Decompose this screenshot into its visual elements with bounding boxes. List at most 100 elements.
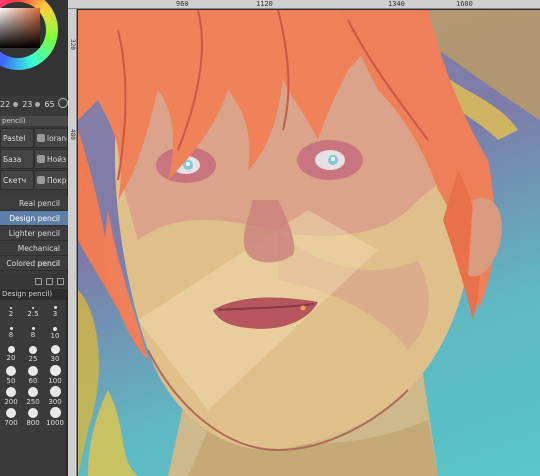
subtool-lorandel-label: lorandel (47, 133, 67, 143)
subtool-pokras-label: Покрас (47, 175, 67, 185)
left-ruler: 320 480 (68, 9, 77, 476)
brush-item-label: Colored pencil (6, 259, 60, 268)
brush-size-label: 60 (28, 376, 38, 385)
color-mode-icon[interactable] (58, 98, 68, 108)
brightness-value[interactable]: 65 (44, 100, 54, 109)
subtool-noise-label: Нойз (47, 154, 67, 164)
brush-size-dot-icon (29, 345, 37, 354)
brush-size-dot-icon (9, 327, 13, 330)
brush-size-label: 2.5 (27, 309, 39, 318)
brush-size-option[interactable]: 20 (1, 344, 21, 364)
brush-size-dot-icon (6, 407, 16, 418)
brush-size-label: 200 (4, 397, 18, 406)
brush-size-dot-icon (10, 306, 12, 309)
brush-item-design-pencil[interactable]: Design pencil (0, 211, 68, 226)
color-wheel-panel (0, 0, 68, 96)
brush-list: Real pencil Design pencil Lighter pencil… (0, 196, 68, 271)
brush-size-label: 100 (48, 377, 62, 385)
brush-size-dot-icon (53, 306, 57, 309)
brush-size-option[interactable]: 300 (45, 386, 65, 406)
brush-size-dot-icon (32, 306, 34, 309)
brush-item-real-pencil[interactable]: Real pencil (0, 196, 68, 211)
brush-size-option[interactable]: 8 (1, 323, 21, 343)
brush-item-label: Lighter pencil (8, 229, 60, 238)
brush-size-label: 50 (6, 376, 16, 385)
hue-value[interactable]: 22 (0, 100, 10, 109)
saturation-value[interactable]: 23 (22, 100, 32, 109)
brush-size-option[interactable]: 2.5 (23, 302, 43, 322)
delete-brush-icon[interactable] (57, 277, 64, 285)
brush-size-dot-icon (28, 386, 38, 397)
subtool-pastel-label: Pastel (3, 133, 26, 143)
brush-size-label: 20 (6, 354, 16, 362)
brush-size-option[interactable]: 2 (1, 302, 21, 322)
drawing-canvas[interactable] (78, 10, 540, 476)
brush-size-header: Design pencil) (0, 289, 68, 300)
brush-size-label: 300 (48, 398, 62, 406)
ruler-tick-label: 1120 (256, 0, 273, 8)
ruler-tick-label: 480 (69, 129, 76, 140)
brush-size-label: 2 (8, 309, 14, 318)
ruler-tick-label: 320 (69, 39, 76, 50)
subtool-tab-label: pencil) (2, 117, 26, 125)
brush-size-dot-icon (49, 407, 61, 418)
value-dot-icon (35, 101, 41, 107)
subtool-noise[interactable]: Нойз (34, 149, 68, 169)
brush-size-label: 800 (26, 418, 40, 427)
saturation-value-square[interactable] (0, 8, 40, 48)
ruler-tick-label: 1600 (456, 0, 473, 8)
brush-size-dot-icon (28, 365, 38, 376)
add-brush-icon[interactable] (35, 277, 42, 285)
brush-size-label: 8 (30, 331, 36, 339)
brush-size-option[interactable]: 3 (45, 302, 65, 322)
subtool-lorandel[interactable]: lorandel (34, 128, 68, 148)
brush-icon (37, 155, 45, 163)
top-ruler: 960 1120 1340 1600 (68, 0, 540, 9)
brush-item-label: Design pencil (9, 214, 60, 223)
brush-size-option[interactable]: 60 (23, 365, 43, 385)
illustration (78, 10, 540, 476)
brush-size-dot-icon (6, 386, 16, 397)
subtool-baza[interactable]: База (0, 149, 34, 169)
brush-size-dot-icon (49, 365, 61, 376)
duplicate-brush-icon[interactable] (46, 277, 53, 285)
brush-size-grid: 2 2.5 3 8 8 10 20 25 30 50 60 100 200 250 300 700 800 100… (0, 302, 64, 427)
subtool-pokras[interactable]: Покрас (34, 170, 68, 190)
paint-icon (37, 176, 45, 184)
brush-size-title: Design pencil) (2, 290, 53, 298)
brush-item-label: Real pencil (19, 199, 60, 208)
value-dot-icon (13, 101, 19, 107)
subtool-pastel[interactable]: Pastel (0, 128, 34, 148)
subtool-baza-label: База (3, 154, 22, 164)
brush-size-dot-icon (53, 326, 57, 331)
brush-size-option[interactable]: 700 (1, 407, 21, 427)
brush-size-option[interactable]: 800 (23, 407, 43, 427)
brush-size-option[interactable]: 200 (1, 386, 21, 406)
brush-size-label: 10 (50, 331, 60, 340)
subtool-sketch[interactable]: Скетч (0, 170, 34, 190)
brush-size-option[interactable]: 25 (23, 344, 43, 364)
subtool-sketch-label: Скетч (3, 175, 27, 185)
brush-size-option[interactable]: 8 (23, 323, 43, 343)
brush-size-label: 1000 (46, 419, 64, 427)
brush-size-option[interactable]: 100 (45, 365, 65, 385)
brush-size-option[interactable]: 10 (45, 323, 65, 343)
brush-size-label: 25 (28, 354, 38, 363)
brush-size-label: 30 (50, 355, 60, 363)
brush-size-option[interactable]: 30 (45, 344, 65, 364)
subtool-tab[interactable]: pencil) (0, 116, 68, 126)
brush-size-dot-icon (6, 365, 16, 376)
brush-item-mechanical-pencil[interactable]: Mechanical pencil (0, 241, 68, 268)
brush-size-option[interactable]: 250 (23, 386, 43, 406)
subtool-grid: Pastel lorandel База Нойз Скетч Покрас (0, 128, 68, 191)
brush-item-lighter-pencil[interactable]: Lighter pencil (0, 226, 68, 241)
brush-size-dot-icon (28, 407, 38, 418)
brush-size-option[interactable]: 50 (1, 365, 21, 385)
brush-size-dot-icon (7, 346, 15, 353)
brush-size-label: 250 (26, 397, 40, 406)
pencil-icon (37, 134, 45, 142)
brush-size-dot-icon (49, 386, 61, 397)
ruler-tick-label: 1340 (388, 0, 405, 8)
brush-size-option[interactable]: 1000 (45, 407, 65, 427)
brush-item-colored-pencil[interactable]: Colored pencil (0, 256, 68, 271)
